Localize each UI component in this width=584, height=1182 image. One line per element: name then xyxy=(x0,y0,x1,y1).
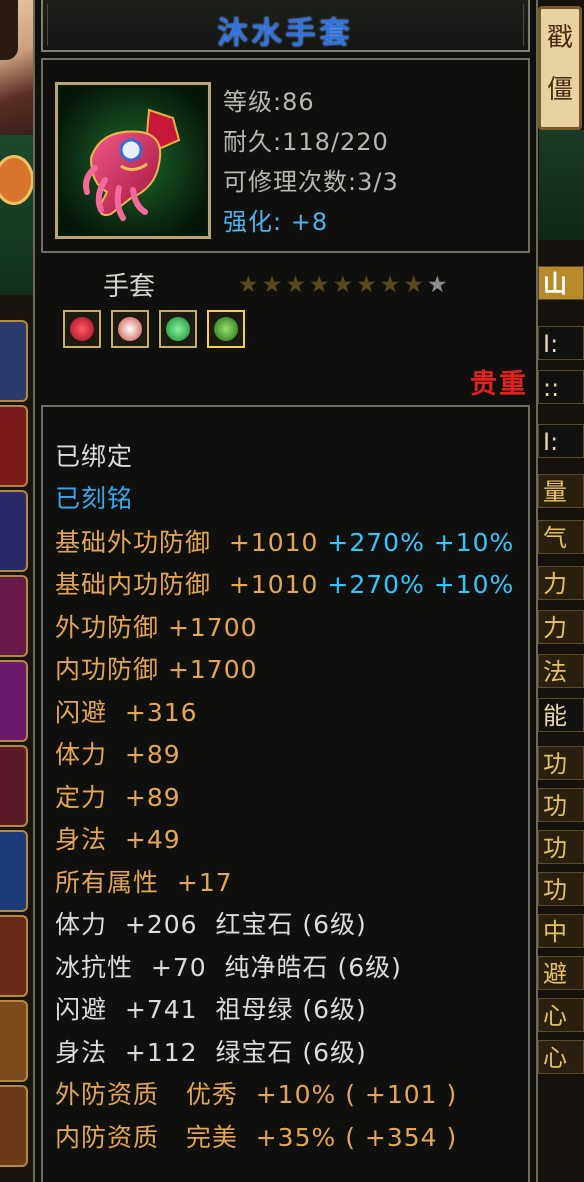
green-jade-gem-icon xyxy=(214,317,238,341)
right-tab[interactable]: 避 xyxy=(538,956,584,990)
red-ruby-gem-icon xyxy=(70,317,94,341)
right-tab[interactable]: 山 xyxy=(538,266,584,300)
right-green-panel xyxy=(539,130,584,240)
item-enhance-level: 强化: +8 xyxy=(223,208,329,236)
star-icon: ★ xyxy=(332,272,357,298)
attr-ext-aptitude: 外防资质 优秀 +10% ( +101 ) xyxy=(55,1080,458,1109)
star-icon: ★ xyxy=(308,272,333,298)
item-durability: 耐久:118/220 xyxy=(223,128,389,156)
attr-all: 所有属性 +17 xyxy=(55,868,233,897)
attr-gem-ice: 冰抗性 +70 纯净皓石 (6级) xyxy=(55,953,402,982)
attr-bonus: +10% xyxy=(424,528,515,557)
right-tab[interactable]: 功 xyxy=(538,872,584,906)
right-tab[interactable]: 气 xyxy=(538,520,584,554)
star-icon: ★ xyxy=(379,272,404,298)
title-bar: 沐水手套 xyxy=(41,0,530,52)
skill-slot-icon[interactable] xyxy=(0,1000,28,1082)
calligraphy-scroll: 戳 僵 xyxy=(538,6,582,130)
engraved-status: 已刻铭 xyxy=(55,484,134,513)
gem-socket[interactable] xyxy=(207,310,245,348)
attr-base-ext-def: 基础外功防御 +1010 +270% +10% xyxy=(55,523,514,559)
right-tab[interactable]: 力 xyxy=(538,566,584,600)
right-tab[interactable]: 力 xyxy=(538,610,584,644)
attr-int-aptitude: 内防资质 完美 +35% ( +354 ) xyxy=(55,1123,458,1152)
attr-base-int-def: 基础内功防御 +1010 +270% +10% xyxy=(55,565,514,601)
item-type: 手套 xyxy=(103,272,156,302)
gem-socket[interactable] xyxy=(159,310,197,348)
attr-pct: +270% xyxy=(318,570,425,599)
skill-slot-icon[interactable] xyxy=(0,830,28,912)
green-emerald-gem-icon xyxy=(166,317,190,341)
right-tab[interactable]: 功 xyxy=(538,830,584,864)
item-info-box: 等级:86 耐久:118/220 可修理次数:3/3 强化: +8 xyxy=(41,58,530,253)
attr-pct: +270% xyxy=(318,528,425,557)
skill-slot-icon[interactable] xyxy=(0,490,28,572)
star-icon: ★ xyxy=(403,272,427,298)
right-tab[interactable]: 量 xyxy=(538,474,584,508)
skill-slot-icon[interactable] xyxy=(0,575,28,657)
attr-bonus: +10% xyxy=(424,570,515,599)
right-tab[interactable]: 心 xyxy=(538,1040,584,1074)
attr-label: 基础外功防御 +1010 xyxy=(55,528,319,557)
right-tab[interactable]: :: xyxy=(538,370,584,404)
attr-agility: 身法 +49 xyxy=(55,825,181,854)
item-tooltip-panel: 沐水手套 等级:86 耐久:118/220 可修理次数:3/3 强化: +8 手… xyxy=(33,0,538,1182)
star-icon: ★ xyxy=(356,272,380,298)
star-icon: ★ xyxy=(261,272,286,298)
star-icon: ★ xyxy=(238,272,262,298)
scroll-glyph: 僵 xyxy=(547,75,574,105)
item-name: 沐水手套 xyxy=(217,16,354,51)
item-icon-frame[interactable] xyxy=(55,82,211,239)
star-icon: ★ xyxy=(427,272,451,298)
orange-badge-icon xyxy=(0,155,33,205)
skill-slot-icon[interactable] xyxy=(0,1085,28,1167)
skill-slot-icon[interactable] xyxy=(0,405,28,487)
attr-gem-agility: 身法 +112 绿宝石 (6级) xyxy=(55,1038,367,1067)
attr-label: 基础内功防御 +1010 xyxy=(55,570,319,599)
item-repair-count: 可修理次数:3/3 xyxy=(223,168,399,196)
right-tab[interactable]: I: xyxy=(538,326,584,360)
character-portrait xyxy=(0,0,33,135)
attr-int-def: 内功防御 +1700 xyxy=(55,655,258,684)
skill-slot-icon[interactable] xyxy=(0,745,28,827)
right-tab[interactable]: 心 xyxy=(538,998,584,1032)
right-tab[interactable]: I: xyxy=(538,424,584,458)
skill-slot-icon[interactable] xyxy=(0,320,28,402)
right-tab[interactable]: 功 xyxy=(538,746,584,780)
left-green-panel xyxy=(0,135,33,295)
right-tab[interactable]: 功 xyxy=(538,788,584,822)
gem-socket[interactable] xyxy=(111,310,149,348)
star-rating: ★★★★★★★★★ xyxy=(238,272,451,298)
star-icon: ★ xyxy=(285,272,309,298)
attr-focus: 定力 +89 xyxy=(55,783,181,812)
gem-socket[interactable] xyxy=(63,310,101,348)
item-type-row: 手套 ★★★★★★★★★ 贵重 xyxy=(41,262,530,402)
glove-icon xyxy=(61,88,205,233)
attr-dodge: 闪避 +316 xyxy=(55,698,198,727)
attr-ext-def: 外功防御 +1700 xyxy=(55,613,258,642)
attr-stamina: 体力 +89 xyxy=(55,740,181,769)
attribute-list: 已绑定 已刻铭 基础外功防御 +1010 +270% +10% 基础内功防御 +… xyxy=(41,405,530,1182)
left-background-strip xyxy=(0,0,33,1182)
right-tab[interactable]: 法 xyxy=(538,654,584,688)
bound-status: 已绑定 xyxy=(55,442,134,471)
right-background-strip: 戳 僵 山 I: :: I: 量 气 力 力 法 能 功 功 功 功 中 避 心… xyxy=(534,0,584,1182)
skill-slot-icon[interactable] xyxy=(0,660,28,742)
rarity-label: 贵重 xyxy=(470,369,528,400)
right-tab[interactable]: 能 xyxy=(538,698,584,732)
scroll-glyph: 戳 xyxy=(547,23,574,53)
skill-slot-icon[interactable] xyxy=(0,915,28,997)
white-diamond-gem-icon xyxy=(118,317,142,341)
right-tab[interactable]: 中 xyxy=(538,914,584,948)
attr-gem-stamina: 体力 +206 红宝石 (6级) xyxy=(55,910,367,939)
item-level: 等级:86 xyxy=(223,88,315,116)
attr-gem-dodge: 闪避 +741 祖母绿 (6级) xyxy=(55,995,367,1024)
